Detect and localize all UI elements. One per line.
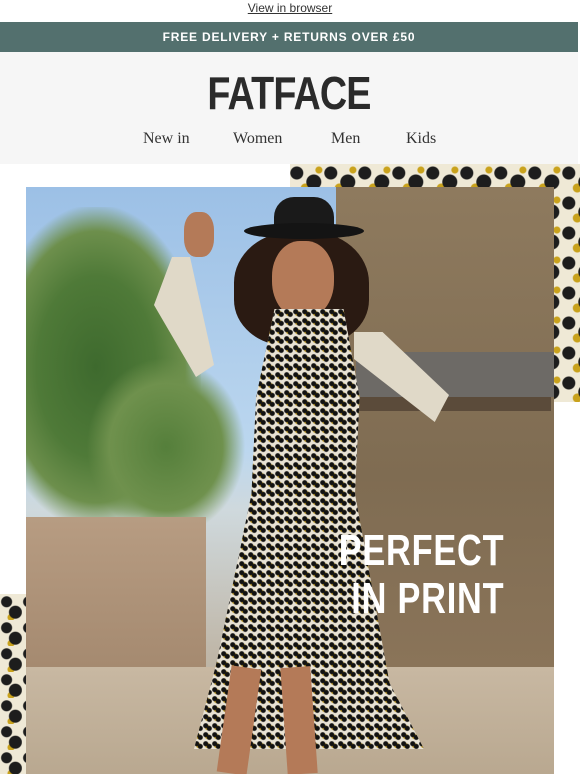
model-arm-left: [154, 257, 214, 377]
model-face: [272, 241, 334, 319]
headline-line-2: IN PRINT: [350, 574, 504, 623]
print-pattern-decoration-left: [0, 594, 26, 774]
model-leg-right: [280, 666, 318, 774]
view-in-browser-link[interactable]: View in browser: [248, 1, 332, 15]
nav-item-new-in[interactable]: New in: [143, 130, 190, 148]
hero-headline: PERFECT IN PRINT: [338, 527, 504, 623]
headline-line-1: PERFECT: [338, 526, 504, 575]
delivery-banner[interactable]: FREE DELIVERY + RETURNS OVER £50: [0, 22, 578, 52]
nav-item-kids[interactable]: Kids: [406, 130, 436, 148]
view-in-browser-bar: View in browser: [0, 0, 580, 22]
hero-section[interactable]: PERFECT IN PRINT: [0, 164, 580, 774]
hat-brim: [244, 223, 364, 239]
model-hand: [184, 212, 214, 257]
nav-item-men[interactable]: Men: [331, 130, 360, 148]
model-leg-left: [216, 665, 262, 774]
header: FATFACE New in Women Men Kids: [0, 52, 578, 164]
hero-photo[interactable]: PERFECT IN PRINT: [26, 187, 554, 774]
model-arm-right: [354, 332, 449, 422]
nav-item-women[interactable]: Women: [233, 130, 282, 148]
model-figure: [154, 197, 454, 774]
fatface-logo[interactable]: FATFACE: [52, 66, 526, 120]
model-legs: [214, 665, 324, 774]
hat: [244, 197, 364, 239]
